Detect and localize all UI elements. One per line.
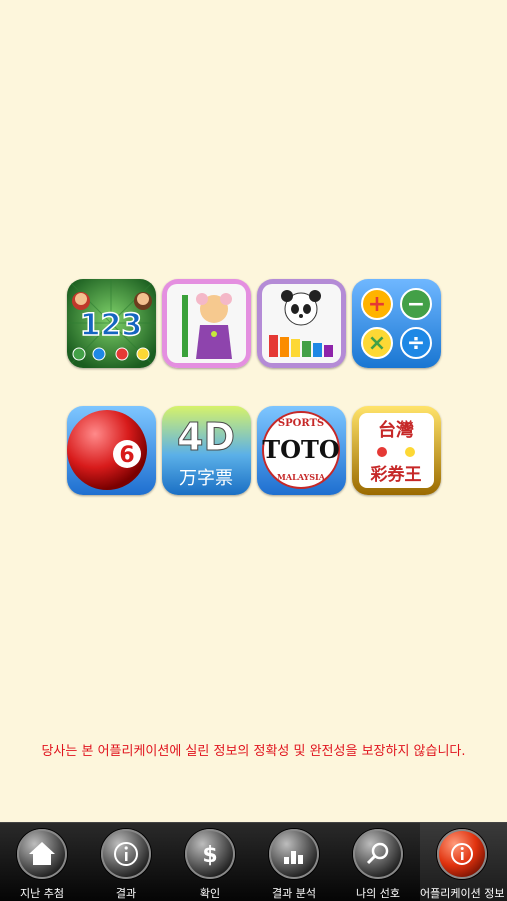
- dollar-icon: $: [185, 829, 235, 879]
- home-icon: [17, 829, 67, 879]
- svg-text:$: $: [202, 843, 217, 868]
- tab-my-preferences[interactable]: 나의 선호: [336, 823, 420, 901]
- tab-previous-draws[interactable]: 지난 추첨: [0, 823, 84, 901]
- app-info-icon: [437, 829, 487, 879]
- 4d-icon: 4D 万字票: [162, 406, 251, 495]
- lotto-ball-number: 6: [119, 443, 134, 468]
- divide-symbol: ÷: [407, 331, 425, 356]
- 4d-subtitle: 万字票: [179, 468, 233, 489]
- tab-label: 나의 선호: [356, 887, 400, 900]
- math-123-icon: 123: [67, 279, 156, 368]
- taiwan-lottery-icon: 台灣 彩券王: [352, 406, 441, 495]
- bottom-tab-bar: 지난 추첨 결과 $ 확인 결과 분석 나의 선호 어플리케이션 정보: [0, 822, 507, 901]
- app-tile-math-123[interactable]: 123: [67, 279, 156, 368]
- tab-label: 결과 분석: [272, 887, 316, 900]
- times-symbol: ×: [368, 331, 386, 356]
- tab-label: 확인: [199, 887, 221, 900]
- 4d-title: 4D: [177, 415, 235, 459]
- toto-top-text: SPORTS: [278, 418, 324, 429]
- taiwan-title: 台灣: [378, 419, 414, 441]
- panda-xylophone-icon: [257, 279, 346, 368]
- tab-label: 어플리케이션 정보: [420, 887, 505, 900]
- tab-result-analysis[interactable]: 결과 분석: [252, 823, 336, 901]
- taiwan-subtitle: 彩券王: [370, 464, 422, 485]
- toto-title: TOTO: [262, 435, 340, 464]
- app-tile-kids-draw[interactable]: [162, 279, 251, 368]
- info-icon: [101, 829, 151, 879]
- tab-label: 지난 추첨: [20, 887, 64, 900]
- app-tile-taiwan-lottery[interactable]: 台灣 彩券王: [352, 406, 441, 495]
- app-tile-lotto-6[interactable]: 6: [67, 406, 156, 495]
- toto-bottom-text: MALAYSIA: [277, 472, 326, 482]
- lotto-ball-icon: 6: [67, 406, 156, 495]
- app-tile-4d[interactable]: 4D 万字票: [162, 406, 251, 495]
- bar-chart-icon: [269, 829, 319, 879]
- app-grid: 123 + − × ÷ 6 4D 万字票 SPORTS TOTO MALAYSI…: [0, 0, 507, 900]
- tab-app-info[interactable]: 어플리케이션 정보: [420, 823, 507, 901]
- app-tile-calculator[interactable]: + − × ÷: [352, 279, 441, 368]
- tab-label: 결과: [115, 887, 137, 900]
- toto-icon: SPORTS TOTO MALAYSIA: [257, 406, 346, 495]
- disclaimer-text: 당사는 본 어플리케이션에 실린 정보의 정확성 및 완전성을 보장하지 않습니…: [41, 744, 466, 759]
- tab-check[interactable]: $ 확인: [168, 823, 252, 901]
- girl-crayon-icon: [162, 279, 251, 368]
- app-tile-toto[interactable]: SPORTS TOTO MALAYSIA: [257, 406, 346, 495]
- math-123-text: 123: [80, 308, 143, 343]
- minus-symbol: −: [407, 292, 425, 317]
- app-tile-panda-xylophone[interactable]: [257, 279, 346, 368]
- search-icon: [353, 829, 403, 879]
- plus-symbol: +: [368, 292, 386, 317]
- tab-results[interactable]: 결과: [84, 823, 168, 901]
- calculator-symbols-icon: + − × ÷: [352, 279, 441, 368]
